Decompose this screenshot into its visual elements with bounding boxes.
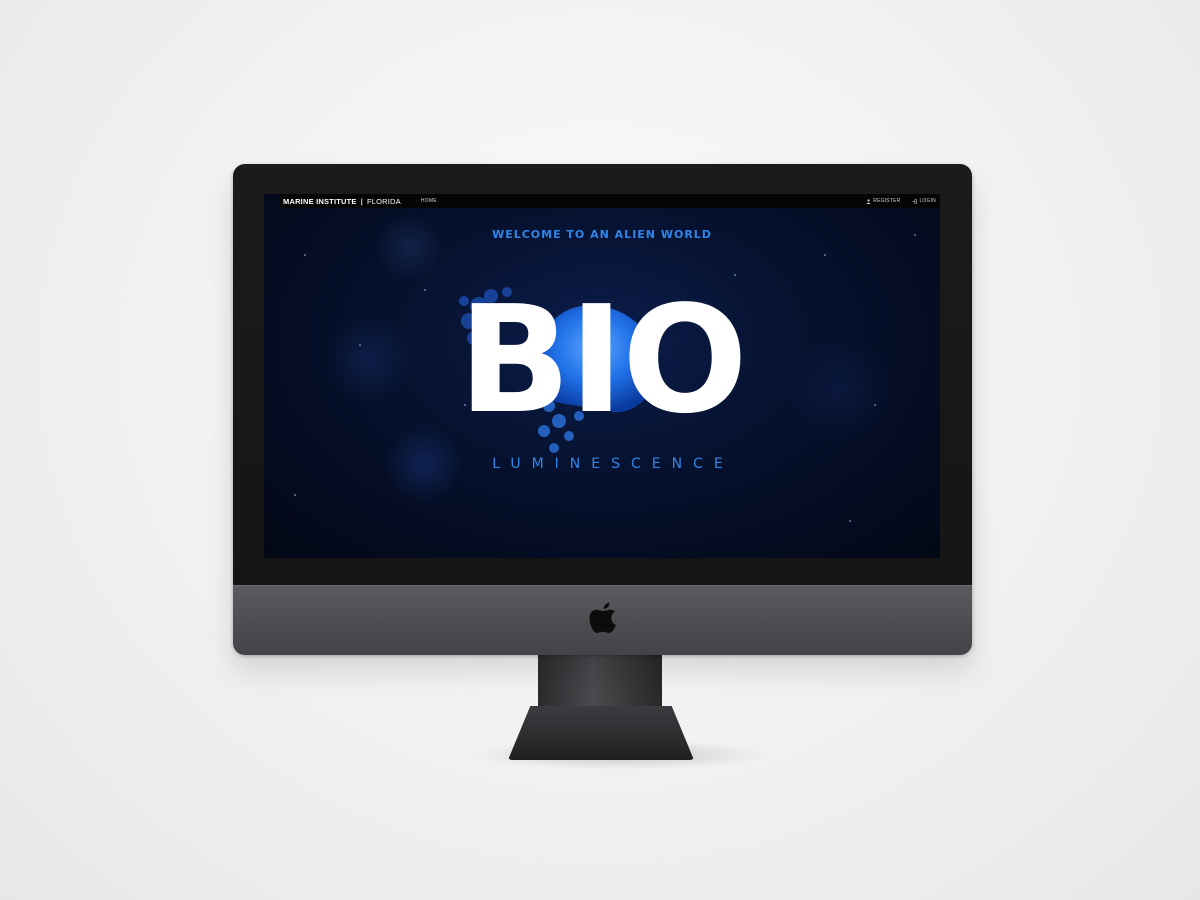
brand-separator: | xyxy=(360,196,363,206)
monitor-stand-foot xyxy=(508,706,694,760)
particle xyxy=(849,520,851,522)
apple-logo-icon xyxy=(589,602,616,633)
monitor: MARINE INSTITUTE | FLORIDA HOME REGISTER L… xyxy=(233,164,972,655)
brand-location: FLORIDA xyxy=(366,196,401,206)
nav-home-link[interactable]: HOME xyxy=(421,198,437,204)
monitor-chin xyxy=(233,585,972,655)
register-link[interactable]: REGISTER xyxy=(866,198,900,204)
nav-account-links: REGISTER LOGIN xyxy=(866,198,936,204)
login-icon xyxy=(912,198,918,204)
register-label: REGISTER xyxy=(873,198,901,204)
particle xyxy=(824,254,826,256)
brand-logo[interactable]: MARINE INSTITUTE | FLORIDA xyxy=(283,197,401,206)
particle xyxy=(294,494,296,496)
user-icon xyxy=(866,198,871,204)
login-label: LOGIN xyxy=(919,198,936,204)
hero-subtitle: LUMINESCENCE xyxy=(492,456,734,472)
mockup-scene: MARINE INSTITUTE | FLORIDA HOME REGISTER L… xyxy=(0,0,1200,900)
brand-name: MARINE INSTITUTE xyxy=(283,196,357,206)
login-link[interactable]: LOGIN xyxy=(912,198,936,204)
monitor-stand-neck xyxy=(538,650,662,712)
top-navbar: MARINE INSTITUTE | FLORIDA HOME REGISTER L… xyxy=(280,194,940,208)
hero-tagline: WELCOME TO AN ALIEN WORLD xyxy=(492,228,712,241)
hero-title: BIO xyxy=(458,274,748,446)
screen: MARINE INSTITUTE | FLORIDA HOME REGISTER L… xyxy=(264,194,940,558)
particle xyxy=(304,254,306,256)
bokeh-bubble xyxy=(374,212,444,282)
